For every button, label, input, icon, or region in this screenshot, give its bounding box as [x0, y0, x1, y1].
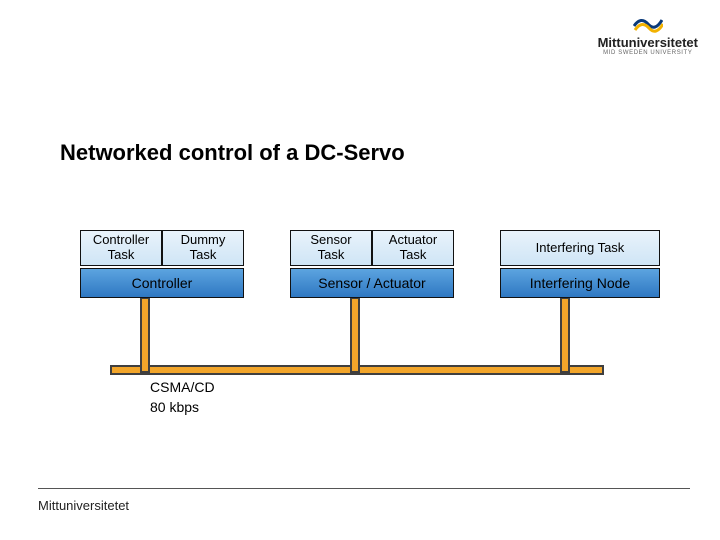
- node-controller: Controller: [80, 268, 244, 298]
- network-diagram: ControllerTask DummyTask SensorTask Actu…: [0, 230, 720, 410]
- bus-drop-interfering: [560, 297, 570, 373]
- bus-drop-sensor-actuator: [350, 297, 360, 373]
- brand-logo: Mittuniversitetet MID SWEDEN UNIVERSITY: [598, 12, 698, 57]
- network-protocol-label: CSMA/CD: [150, 378, 215, 397]
- bus-drop-controller: [140, 297, 150, 373]
- node-sensor-actuator: Sensor / Actuator: [290, 268, 454, 298]
- network-speed-label: 80 kbps: [150, 398, 199, 417]
- task-interfering: Interfering Task: [500, 230, 660, 266]
- task-actuator: ActuatorTask: [372, 230, 454, 266]
- page-title: Networked control of a DC-Servo: [60, 140, 405, 166]
- footer-divider: [38, 488, 690, 489]
- brand-subtitle: MID SWEDEN UNIVERSITY: [598, 49, 698, 57]
- node-interfering: Interfering Node: [500, 268, 660, 298]
- task-controller: ControllerTask: [80, 230, 162, 266]
- task-sensor: SensorTask: [290, 230, 372, 266]
- footer-text: Mittuniversitetet: [38, 498, 129, 513]
- task-dummy: DummyTask: [162, 230, 244, 266]
- logo-mark-icon: [633, 12, 663, 34]
- brand-name: Mittuniversitetet: [598, 36, 698, 49]
